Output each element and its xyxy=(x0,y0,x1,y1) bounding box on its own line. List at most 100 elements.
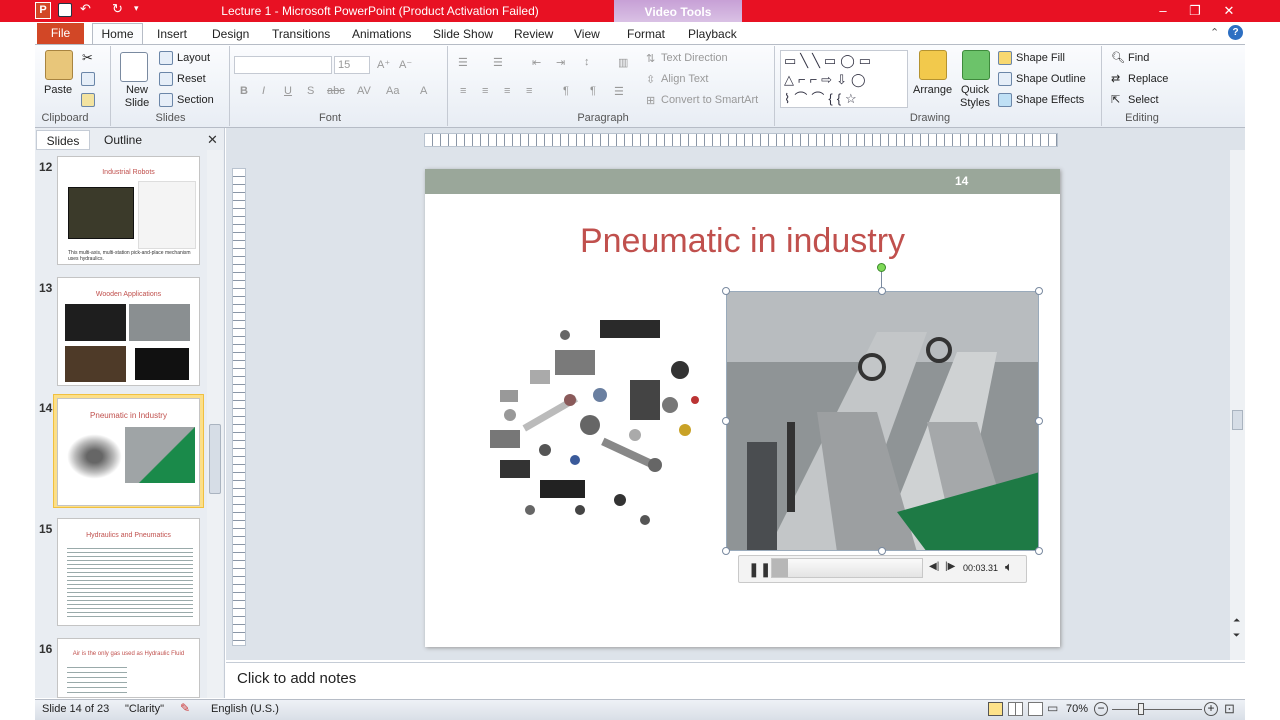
slide-thumbnail-13[interactable]: Wooden Applications xyxy=(57,277,200,386)
section-icon[interactable] xyxy=(159,93,173,107)
tab-format[interactable]: Format xyxy=(627,24,665,44)
line-spacing-icon[interactable]: ↕ xyxy=(584,56,590,68)
quick-styles-icon[interactable] xyxy=(962,50,990,80)
close-icon[interactable]: ✕ xyxy=(1215,3,1243,19)
resize-handle[interactable] xyxy=(1035,287,1043,295)
shape-outline-button[interactable]: Shape Outline xyxy=(1016,73,1086,85)
resize-handle[interactable] xyxy=(1035,417,1043,425)
tab-playback[interactable]: Playback xyxy=(688,24,737,44)
grow-font-icon[interactable]: A⁺ xyxy=(377,58,390,71)
previous-slide-icon[interactable]: ⏶ xyxy=(1233,615,1240,626)
resize-handle[interactable] xyxy=(878,287,886,295)
quick-styles-button[interactable]: Quick Styles xyxy=(957,84,993,110)
resize-handle[interactable] xyxy=(1035,547,1043,555)
columns-icon[interactable]: ▥ xyxy=(618,56,628,69)
resize-handle[interactable] xyxy=(878,547,886,555)
fit-to-window-icon[interactable]: ⊡ xyxy=(1224,701,1235,717)
notes-pane[interactable] xyxy=(226,662,1245,698)
pause-icon[interactable]: ❚❚ xyxy=(748,561,771,578)
minimize-icon[interactable]: – xyxy=(1149,3,1177,19)
shadow-icon[interactable]: S xyxy=(307,85,314,97)
tab-review[interactable]: Review xyxy=(514,24,553,44)
bullets-icon[interactable]: ☰ xyxy=(458,56,468,69)
slide-sorter-icon[interactable] xyxy=(1008,702,1023,716)
reading-view-icon[interactable] xyxy=(1028,702,1043,716)
tab-view[interactable]: View xyxy=(574,24,600,44)
spelling-check-icon[interactable]: ✎ xyxy=(180,701,190,715)
shape-effects-button[interactable]: Shape Effects xyxy=(1016,94,1084,106)
paste-button[interactable]: Paste xyxy=(44,84,72,96)
font-size-input[interactable]: 15 xyxy=(334,56,370,74)
rtl-icon[interactable]: ¶ xyxy=(590,85,596,97)
video-progress-bar[interactable] xyxy=(771,558,923,578)
zoom-slider-thumb[interactable] xyxy=(1138,703,1144,715)
help-icon[interactable]: ? xyxy=(1228,25,1243,40)
step-back-icon[interactable]: ◀| xyxy=(929,561,939,572)
video-progress-thumb[interactable] xyxy=(772,559,788,577)
slide-thumbnail-16[interactable]: Air is the only gas used as Hydraulic Fl… xyxy=(57,638,200,698)
shrink-font-icon[interactable]: A⁻ xyxy=(399,58,412,71)
zoom-slider-track[interactable] xyxy=(1112,709,1202,710)
section-button[interactable]: Section xyxy=(177,94,214,106)
resize-handle[interactable] xyxy=(722,417,730,425)
tab-outline[interactable]: Outline xyxy=(90,130,156,150)
step-forward-icon[interactable]: |▶ xyxy=(945,561,955,572)
tab-slide-show[interactable]: Slide Show xyxy=(433,24,493,44)
volume-icon[interactable]: 🔈︎ xyxy=(1005,559,1013,575)
tab-insert[interactable]: Insert xyxy=(157,24,187,44)
tab-animations[interactable]: Animations xyxy=(352,24,411,44)
slide-thumbnail-12[interactable]: Industrial Robots This multi-axis, multi… xyxy=(57,156,200,265)
strikethrough-icon[interactable]: abc xyxy=(327,85,345,97)
italic-icon[interactable]: I xyxy=(262,85,265,97)
maximize-icon[interactable]: ❐ xyxy=(1181,3,1209,19)
notes-placeholder[interactable]: Click to add notes xyxy=(237,670,356,687)
find-button[interactable]: Find xyxy=(1128,52,1149,64)
decrease-indent-icon[interactable]: ⇤ xyxy=(532,56,541,69)
bold-icon[interactable]: B xyxy=(240,85,248,97)
paste-icon[interactable] xyxy=(45,50,73,80)
reset-icon[interactable] xyxy=(159,72,173,86)
font-color-icon[interactable]: A xyxy=(420,85,427,97)
columns2-icon[interactable]: ☰ xyxy=(614,85,624,98)
rotate-handle[interactable] xyxy=(877,263,886,272)
shape-fill-button[interactable]: Shape Fill xyxy=(1016,52,1065,64)
text-direction-button[interactable]: Text Direction xyxy=(661,52,728,64)
tab-home[interactable]: Home xyxy=(92,23,143,45)
align-right-icon[interactable]: ≡ xyxy=(504,85,510,97)
numbering-icon[interactable]: ☰ xyxy=(493,56,503,69)
resize-handle[interactable] xyxy=(722,287,730,295)
slide-thumbnail-15[interactable]: Hydraulics and Pneumatics xyxy=(57,518,200,626)
shapes-gallery[interactable]: ▭╲╲▭◯▭ △⌐⌐⇨⇩◯ ⌇⌒⌒{{☆ xyxy=(780,50,908,108)
arrange-button[interactable]: Arrange xyxy=(913,84,952,96)
underline-icon[interactable]: U xyxy=(284,85,292,97)
format-painter-icon[interactable] xyxy=(81,93,95,107)
slide-title[interactable]: Pneumatic in industry xyxy=(425,222,1060,261)
slides-pane-scroll-thumb[interactable] xyxy=(209,424,221,494)
char-spacing-icon[interactable]: AV xyxy=(357,85,371,97)
convert-smartart-button[interactable]: Convert to SmartArt xyxy=(661,94,758,106)
layout-icon[interactable] xyxy=(159,51,173,65)
slideshow-view-icon[interactable]: ▭ xyxy=(1047,701,1058,715)
slide-thumbnail-14[interactable]: Pneumatic in Industry xyxy=(57,398,200,506)
language-indicator[interactable]: English (U.S.) xyxy=(211,703,279,715)
zoom-out-icon[interactable]: − xyxy=(1094,702,1108,716)
pneumatic-components-image[interactable] xyxy=(470,310,715,540)
zoom-in-icon[interactable]: + xyxy=(1204,702,1218,716)
slide-scrollbar[interactable] xyxy=(1230,150,1245,660)
tab-file[interactable]: File xyxy=(37,23,84,44)
cut-icon[interactable]: ✂ xyxy=(82,50,93,66)
tab-slides[interactable]: Slides xyxy=(36,130,90,150)
reset-button[interactable]: Reset xyxy=(177,73,206,85)
close-pane-icon[interactable]: ✕ xyxy=(207,132,218,148)
justify-icon[interactable]: ≡ xyxy=(526,85,532,97)
align-text-button[interactable]: Align Text xyxy=(661,73,709,85)
replace-button[interactable]: Replace xyxy=(1128,73,1168,85)
slide-scroll-thumb[interactable] xyxy=(1232,410,1243,430)
normal-view-icon[interactable] xyxy=(988,702,1003,716)
new-slide-button[interactable]: New Slide xyxy=(122,84,152,110)
align-center-icon[interactable]: ≡ xyxy=(482,85,488,97)
font-name-input[interactable] xyxy=(234,56,332,74)
select-button[interactable]: Select xyxy=(1128,94,1159,106)
arrange-icon[interactable] xyxy=(919,50,947,80)
resize-handle[interactable] xyxy=(722,547,730,555)
